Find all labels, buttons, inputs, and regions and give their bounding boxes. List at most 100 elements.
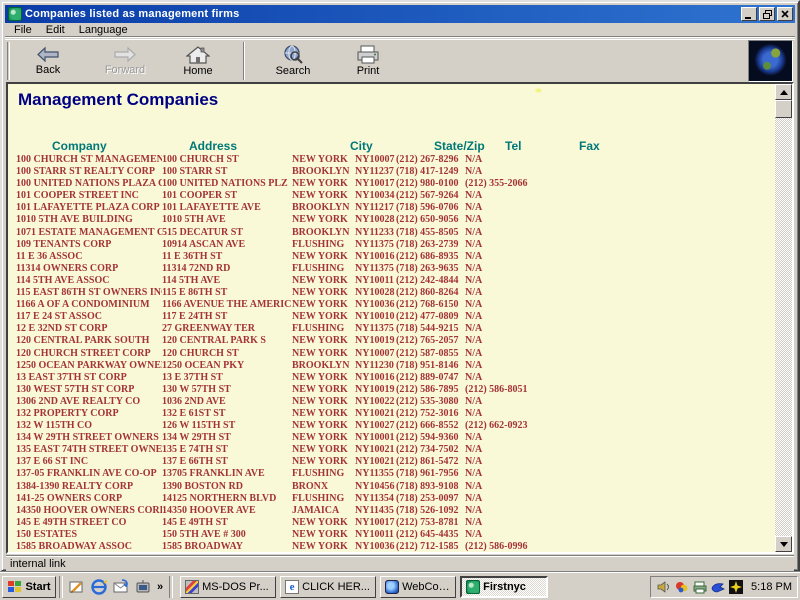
status-bar: internal link <box>6 555 794 571</box>
table-row: 1250 OCEAN PARKWAY OWNERS COR1250 OCEAN … <box>8 360 775 372</box>
cell-tel: (212) 860-8264 <box>396 287 459 299</box>
cell-tel: (718) 893-9108 <box>396 481 459 493</box>
outlook-express-icon[interactable] <box>112 578 130 596</box>
cell-company: 1384-1390 REALTY CORP <box>16 481 162 493</box>
cell-fax: N/A <box>465 311 482 323</box>
cell-tel: (212) 861-5472 <box>396 456 459 468</box>
forward-arrow-icon <box>112 46 138 63</box>
cell-company: 132 W 115TH CO <box>16 420 162 432</box>
volume-icon[interactable] <box>656 579 671 594</box>
cell-fax: (212) 586-0996 <box>465 541 528 552</box>
cell-statezip: NY11217 <box>355 202 394 214</box>
download-manager-icon[interactable] <box>710 579 725 594</box>
cell-address: 11 E 36TH ST <box>162 251 291 263</box>
menu-language[interactable]: Language <box>72 24 135 36</box>
table-row: 100 CHURCH ST MANAGEMENT CORP100 CHURCH … <box>8 154 775 166</box>
task-button-webcopier[interactable]: WebCopier -... <box>380 576 456 598</box>
table-row: 114 5TH AVE ASSOC114 5TH AVENEW YORKNY10… <box>8 275 775 287</box>
cell-company: 137-05 FRANKLIN AVE CO-OP <box>16 468 162 480</box>
browser-window: Companies listed as management firms <box>0 0 800 572</box>
cell-tel: (718) 263-2739 <box>396 239 459 251</box>
cell-tel: (718) 417-1249 <box>396 166 459 178</box>
app-icon <box>8 7 22 21</box>
cell-tel: (718) 961-7956 <box>396 468 459 480</box>
start-button[interactable]: Start <box>2 576 56 598</box>
table-row: 109 TENANTS CORP10914 ASCAN AVEFLUSHINGN… <box>8 239 775 251</box>
cell-address: 100 UNITED NATIONS PLZ <box>162 178 291 190</box>
show-desktop-icon[interactable] <box>68 578 86 596</box>
print-button[interactable]: Print <box>333 40 403 82</box>
cell-statezip: NY10021 <box>355 408 394 420</box>
cell-tel: (212) 712-1585 <box>396 541 459 552</box>
table-row: 100 STARR ST REALTY CORP100 STARR STBROO… <box>8 166 775 178</box>
cell-city: NEW YORK <box>292 214 348 226</box>
vertical-scrollbar[interactable] <box>775 84 792 552</box>
cell-tel: (212) 765-2057 <box>396 335 459 347</box>
scrollbar-thumb[interactable] <box>775 100 792 118</box>
document-page: Management Companies Company Address Cit… <box>8 84 775 552</box>
quicklaunch-overflow-chevron[interactable]: » <box>157 581 163 593</box>
webcopier-icon <box>385 580 399 594</box>
forward-button[interactable]: Forward <box>90 40 160 82</box>
cell-city: FLUSHING <box>292 239 344 251</box>
cell-statezip: NY10011 <box>355 529 394 541</box>
table-row: 141-25 OWNERS CORP14125 NORTHERN BLVDFLU… <box>8 493 775 505</box>
cell-statezip: NY10028 <box>355 214 394 226</box>
cell-city: NEW YORK <box>292 517 348 529</box>
close-button[interactable] <box>777 7 793 21</box>
cell-tel: (212) 567-9264 <box>396 190 459 202</box>
display-settings-icon[interactable] <box>674 579 689 594</box>
scroll-up-button[interactable] <box>775 84 792 100</box>
taskbar-divider-2 <box>169 576 173 598</box>
minimize-button[interactable] <box>741 7 757 21</box>
cell-city: NEW YORK <box>292 396 348 408</box>
cell-fax: N/A <box>465 348 482 360</box>
cell-address: 11314 72ND RD <box>162 263 291 275</box>
cell-address: 135 E 74TH ST <box>162 444 291 456</box>
column-header-tel: Tel <box>505 139 521 153</box>
cell-statezip: NY11237 <box>355 166 394 178</box>
menu-edit[interactable]: Edit <box>39 24 72 36</box>
cell-statezip: NY10001 <box>355 432 394 444</box>
printer-icon <box>356 45 380 64</box>
task-button-click-here[interactable]: e CLICK HER... <box>280 576 376 598</box>
cell-tel: (212) 242-4844 <box>396 275 459 287</box>
cell-address: 515 DECATUR ST <box>162 227 291 239</box>
table-row: 1010 5TH AVE BUILDING1010 5TH AVENEW YOR… <box>8 214 775 226</box>
cell-tel: (212) 980-0100 <box>396 178 459 190</box>
task-button-firstnyc[interactable]: Firstnyc <box>460 576 548 598</box>
cell-city: FLUSHING <box>292 468 344 480</box>
cell-company: 1010 5TH AVE BUILDING <box>16 214 162 226</box>
home-button[interactable]: Home <box>163 40 233 82</box>
cell-address: 137 E 66TH ST <box>162 456 291 468</box>
cell-fax: N/A <box>465 227 482 239</box>
restore-button[interactable] <box>759 7 775 21</box>
menu-file[interactable]: File <box>7 24 39 36</box>
close-icon <box>781 10 789 18</box>
cell-tel: (718) 596-0706 <box>396 202 459 214</box>
taskbar-clock: 5:18 PM <box>751 581 792 593</box>
cell-city: NEW YORK <box>292 432 348 444</box>
cell-city: NEW YORK <box>292 348 348 360</box>
internet-explorer-icon[interactable] <box>90 578 108 596</box>
scheduler-star-icon[interactable] <box>728 579 743 594</box>
cell-city: NEW YORK <box>292 299 348 311</box>
back-arrow-icon <box>35 46 61 63</box>
table-row: 115 EAST 86TH ST OWNERS INC115 E 86TH ST… <box>8 287 775 299</box>
search-button[interactable]: Search <box>258 40 328 82</box>
cell-address: 14125 NORTHERN BLVD <box>162 493 291 505</box>
cell-address: 13 E 37TH ST <box>162 372 291 384</box>
column-header-address: Address <box>189 139 237 153</box>
home-icon <box>186 46 210 64</box>
back-button[interactable]: Back <box>13 40 83 82</box>
print-queue-icon[interactable] <box>692 579 707 594</box>
scroll-down-button[interactable] <box>775 536 792 552</box>
cell-fax: N/A <box>465 493 482 505</box>
cell-statezip: NY10036 <box>355 299 394 311</box>
channels-icon[interactable] <box>134 578 152 596</box>
table-row: 101 COOPER STREET INC101 COOPER STNEW YO… <box>8 190 775 202</box>
cell-fax: N/A <box>465 335 482 347</box>
cell-city: NEW YORK <box>292 408 348 420</box>
table-row: 101 LAFAYETTE PLAZA CORP101 LAFAYETTE AV… <box>8 202 775 214</box>
task-button-msdos[interactable]: MS-DOS Pr... <box>180 576 276 598</box>
